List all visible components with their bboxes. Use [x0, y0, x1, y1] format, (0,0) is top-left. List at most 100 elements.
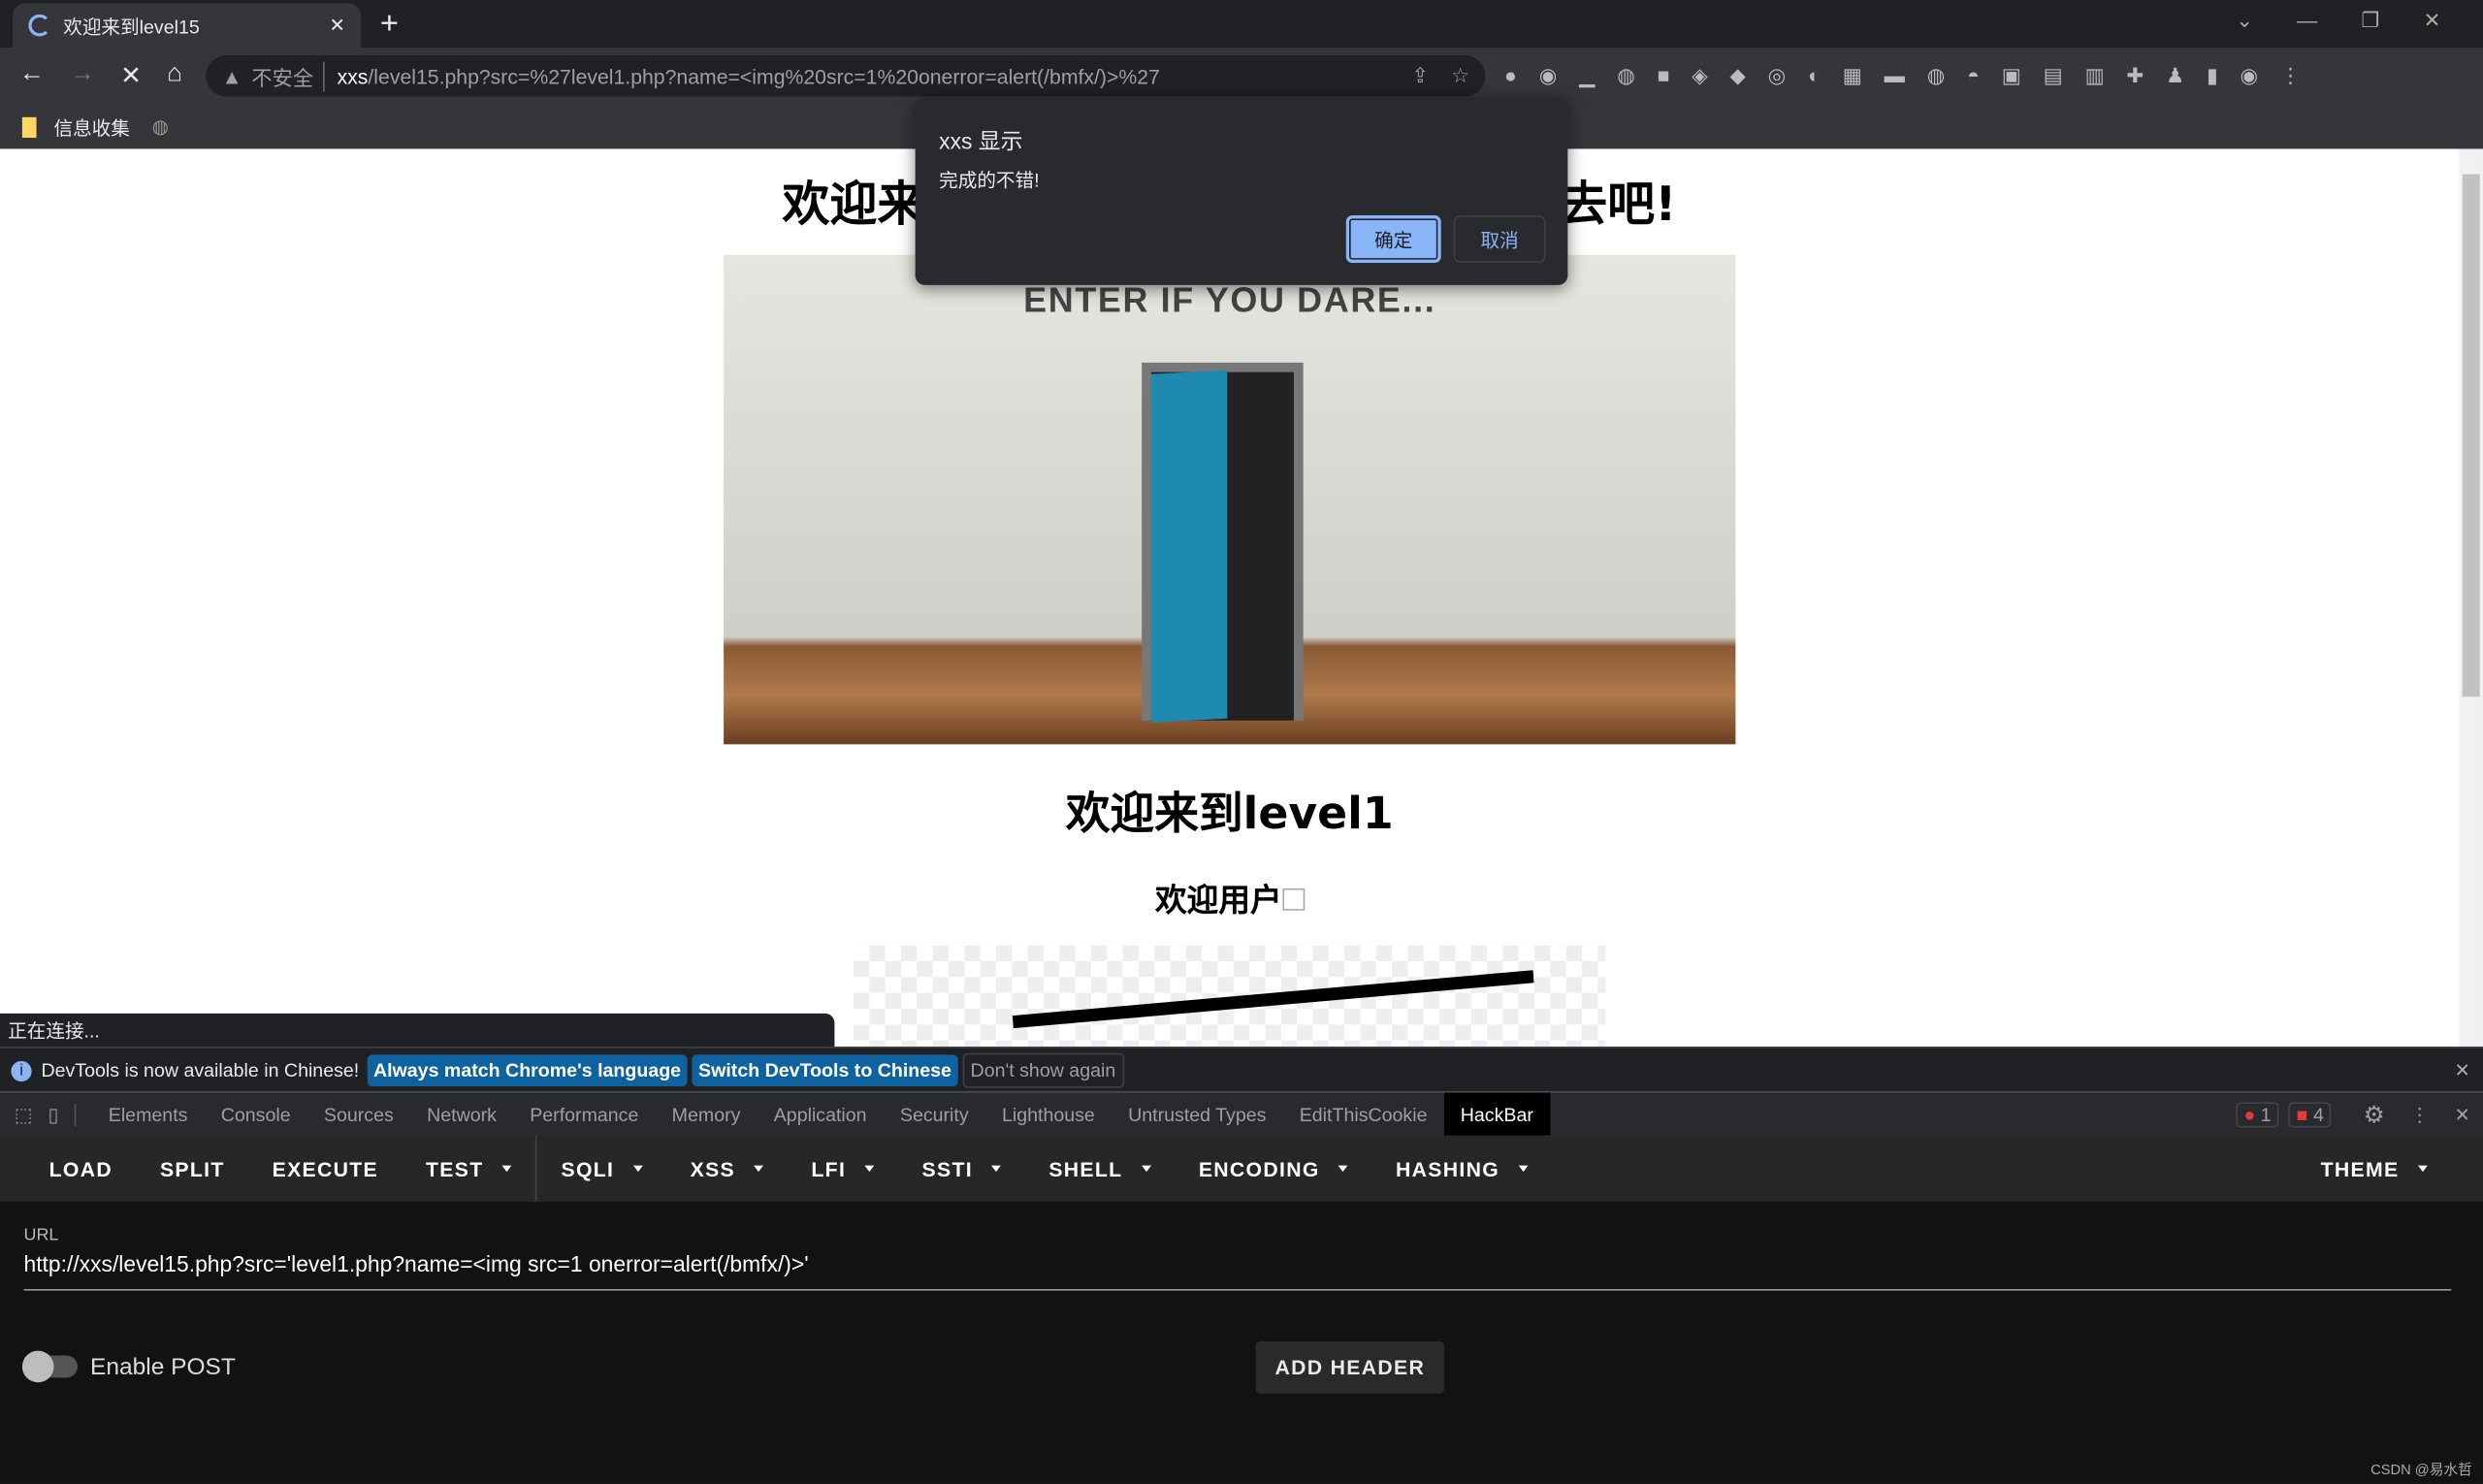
menu-execute[interactable]: EXECUTE — [248, 1136, 402, 1203]
home-icon[interactable]: ⌂ — [167, 60, 182, 92]
stop-icon[interactable]: ✕ — [120, 60, 142, 92]
caret-down-icon — [991, 1165, 1002, 1173]
more-icon[interactable]: ⋮ — [2410, 1103, 2430, 1125]
menu-label: SPLIT — [159, 1156, 225, 1181]
error-count: 1 — [2260, 1103, 2272, 1125]
url-host: xxs — [337, 64, 369, 88]
caret-down-icon — [754, 1165, 764, 1173]
menu-label: HASHING — [1396, 1156, 1500, 1181]
caret-down-icon — [1142, 1165, 1151, 1173]
dialog-message: 完成的不错! — [939, 169, 1040, 192]
browser-tab[interactable]: 欢迎来到level15 ✕ — [13, 3, 362, 48]
menu-hashing[interactable]: HASHING — [1372, 1136, 1552, 1203]
devtools-tab-elements[interactable]: Elements — [92, 1093, 205, 1136]
forward-icon[interactable]: → — [70, 60, 95, 92]
devtools-tab-network[interactable]: Network — [410, 1093, 513, 1136]
menu-xss[interactable]: XSS — [666, 1136, 788, 1203]
close-tab-icon[interactable]: ✕ — [329, 15, 344, 37]
star-icon[interactable]: ☆ — [1451, 63, 1469, 88]
menu-label: THEME — [2320, 1156, 2400, 1181]
caret-down-icon — [1518, 1165, 1529, 1173]
devtools-tab-hackbar[interactable]: HackBar — [1443, 1092, 1551, 1136]
menu-label: LFI — [811, 1156, 847, 1181]
error-icon: ● — [2243, 1103, 2256, 1125]
page-scrollbar[interactable] — [2459, 148, 2483, 1048]
ok-button[interactable]: 确定 — [1345, 215, 1441, 264]
menu-split[interactable]: SPLIT — [136, 1136, 248, 1203]
url-label: URL — [23, 1225, 59, 1245]
address-bar[interactable]: ▲ 不安全 xxs/level15.php?src=%27level1.php?… — [206, 55, 1486, 97]
cancel-button[interactable]: 取消 — [1453, 215, 1546, 264]
security-label: 不安全 — [251, 60, 325, 91]
dialog-title: xxs 显示 — [939, 128, 1023, 154]
menu-label: TEST — [426, 1156, 484, 1181]
back-icon[interactable]: ← — [19, 60, 45, 92]
caret-down-icon — [632, 1165, 643, 1173]
settings-icon[interactable]: ⚙ — [2364, 1100, 2385, 1129]
devtools-tab-security[interactable]: Security — [884, 1093, 985, 1136]
bottom-image — [853, 945, 1606, 1048]
hackbar-menu: LOAD SPLIT EXECUTE TEST SQLI XSS LFI SSTI SHELL E… — [0, 1135, 2483, 1203]
info-icon: i — [11, 1060, 32, 1081]
issues-count-badge[interactable]: ■ 4 — [2288, 1101, 2333, 1127]
caret-down-icon — [864, 1165, 875, 1173]
issues-count: 4 — [2312, 1103, 2324, 1125]
devtools-tab-lighthouse[interactable]: Lighthouse — [985, 1093, 1112, 1136]
close-devtools-icon[interactable]: ✕ — [2455, 1103, 2470, 1125]
page-heading-left: 欢迎来 — [782, 177, 925, 233]
info-message: DevTools is now available in Chinese! — [41, 1059, 360, 1082]
menu-theme[interactable]: THEME — [2297, 1136, 2451, 1203]
share-icon[interactable]: ⇪ — [1411, 63, 1429, 88]
close-info-icon[interactable]: ✕ — [2455, 1059, 2470, 1081]
dont-show-button[interactable]: Don't show again — [962, 1052, 1124, 1088]
window-controls[interactable]: ⌄ — ❐ ✕ — [2236, 8, 2440, 33]
devtools-tab-performance[interactable]: Performance — [513, 1093, 655, 1136]
add-header-button[interactable]: ADD HEADER — [1255, 1340, 1444, 1394]
subheading: 欢迎来到level1 — [1065, 787, 1394, 840]
menu-lfi[interactable]: LFI — [788, 1136, 898, 1203]
devtools-tab-memory[interactable]: Memory — [656, 1093, 758, 1136]
menu-load[interactable]: LOAD — [25, 1136, 136, 1203]
hackbar-panel: URL http://xxs/level15.php?src='level1.p… — [0, 1202, 2483, 1484]
extension-icons[interactable]: ●◉▁◍■◈◆◎◐▦▬◍◓▣▤▥✚♟▮◉⋮ — [1504, 63, 2323, 88]
issue-icon: ■ — [2296, 1103, 2308, 1125]
menu-label: SHELL — [1048, 1156, 1123, 1181]
menu-label: SSTI — [921, 1156, 973, 1181]
devtools-info-bar: i DevTools is now available in Chinese! … — [0, 1047, 2483, 1093]
devtools-tab-console[interactable]: Console — [205, 1093, 307, 1136]
bookmark-folder[interactable]: 信息收集 — [54, 113, 130, 141]
menu-shell[interactable]: SHELL — [1025, 1136, 1175, 1203]
tab-title: 欢迎来到level15 — [63, 15, 200, 38]
inspect-icon[interactable]: ⬚ — [15, 1103, 33, 1125]
devtools-tab-sources[interactable]: Sources — [307, 1093, 410, 1136]
page-heading-right: 去吧! — [1560, 177, 1677, 233]
new-tab-button[interactable]: + — [380, 7, 399, 44]
menu-encoding[interactable]: ENCODING — [1175, 1136, 1371, 1203]
caret-down-icon — [1338, 1165, 1349, 1173]
caret-down-icon — [2418, 1165, 2428, 1173]
menu-label: SQLI — [561, 1156, 615, 1181]
devtools-tab-editthiscookie[interactable]: EditThisCookie — [1283, 1093, 1444, 1136]
device-icon[interactable]: ▯ — [48, 1103, 77, 1125]
menu-label: XSS — [690, 1156, 736, 1181]
menu-ssti[interactable]: SSTI — [898, 1136, 1025, 1203]
match-language-button[interactable]: Always match Chrome's language — [367, 1054, 688, 1086]
folder-icon — [21, 115, 37, 138]
url-input[interactable]: http://xxs/level15.php?src='level1.php?n… — [23, 1251, 2452, 1291]
error-count-badge[interactable]: ● 1 — [2236, 1101, 2279, 1127]
menu-test[interactable]: TEST — [403, 1135, 538, 1203]
banner-text: ENTER IF YOU DARE... — [1023, 279, 1436, 320]
devtools-tab-application[interactable]: Application — [758, 1093, 884, 1136]
caret-down-icon — [502, 1165, 512, 1173]
menu-sqli[interactable]: SQLI — [537, 1136, 666, 1203]
watermark: CSDN @易水哲 — [2370, 1461, 2472, 1478]
menu-label: ENCODING — [1198, 1156, 1320, 1181]
devtools-tab-untrusted-types[interactable]: Untrusted Types — [1112, 1093, 1283, 1136]
broken-image-icon — [1281, 887, 1305, 911]
switch-chinese-button[interactable]: Switch DevTools to Chinese — [692, 1054, 958, 1086]
door-image: ENTER IF YOU DARE... — [724, 254, 1736, 745]
globe-icon[interactable]: ◍ — [152, 115, 169, 138]
status-bubble: 正在连接... — [0, 1013, 835, 1048]
alert-dialog: xxs 显示 完成的不错! 确定 取消 — [915, 98, 1568, 285]
enable-post-toggle[interactable] — [21, 1350, 78, 1383]
